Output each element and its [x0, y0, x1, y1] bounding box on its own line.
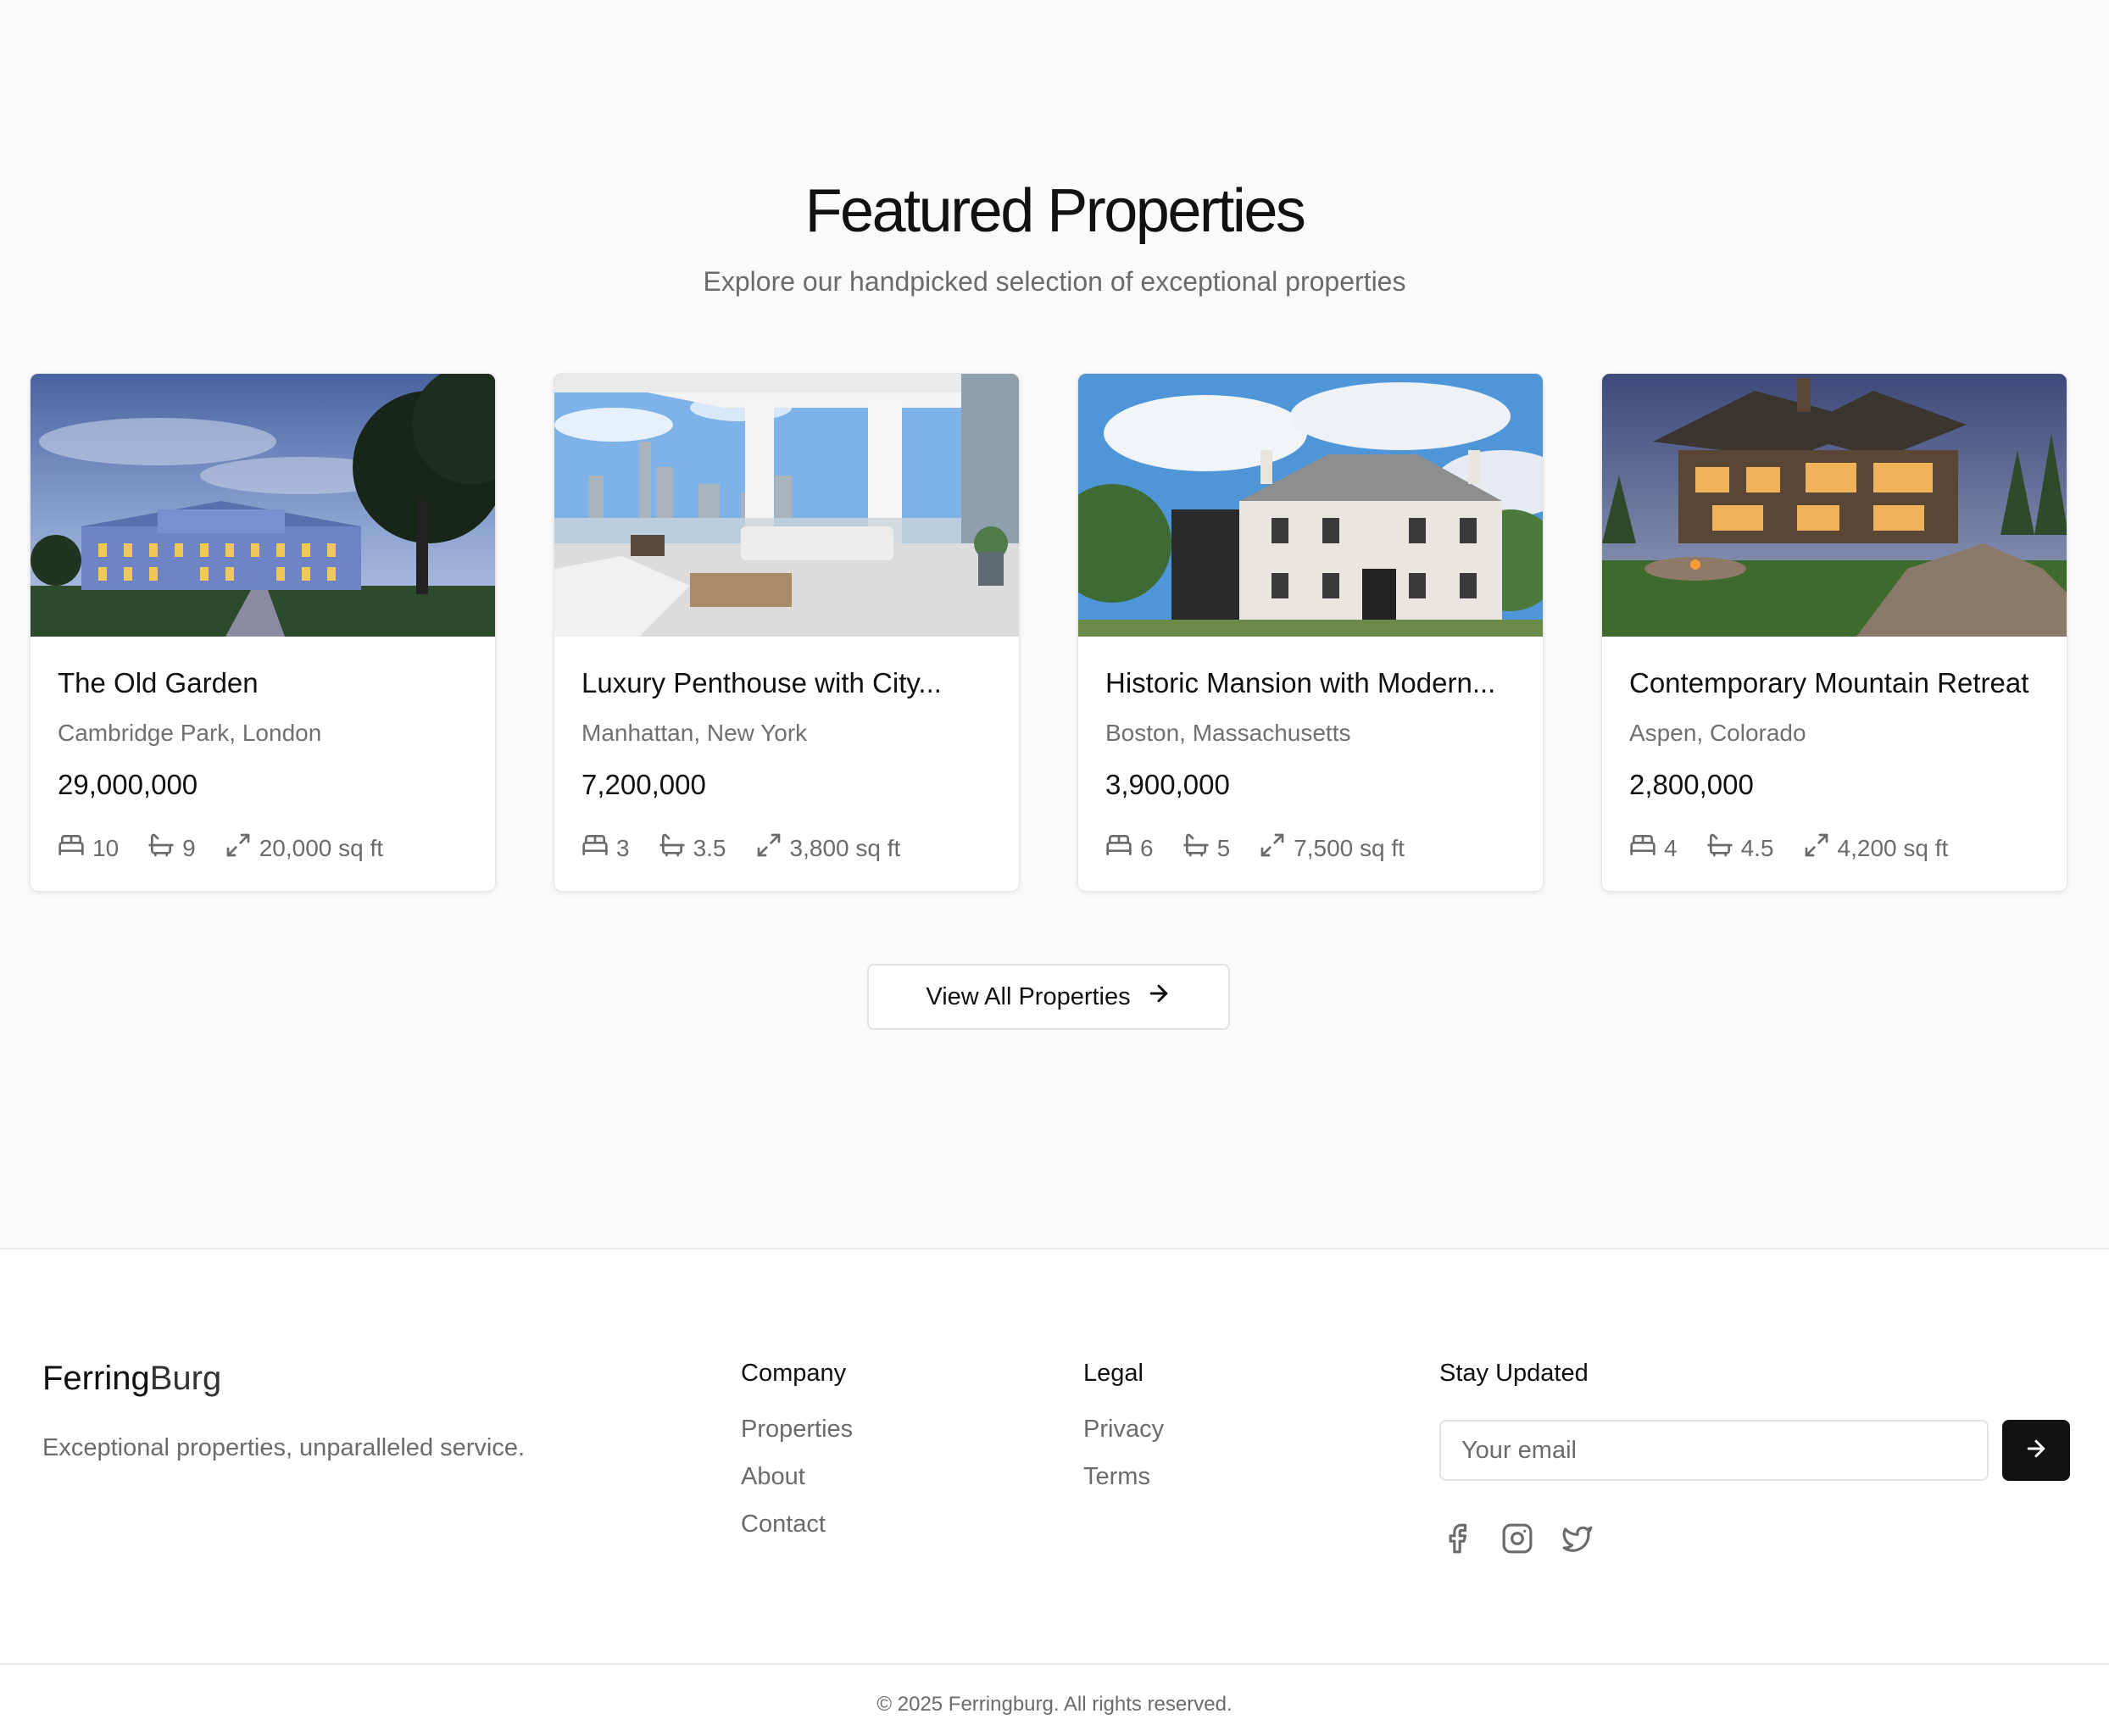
- section-subtitle: Explore our handpicked selection of exce…: [703, 266, 1406, 297]
- property-card[interactable]: The Old Garden Cambridge Park, London 29…: [30, 373, 496, 892]
- brand-name-light: Burg: [149, 1360, 222, 1397]
- newsletter-heading: Stay Updated: [1439, 1360, 1589, 1387]
- property-features: 3 3.5 3,800 sq ft: [582, 832, 929, 865]
- company-heading: Company: [741, 1360, 847, 1387]
- property-location: Manhattan, New York: [582, 720, 808, 746]
- property-title[interactable]: The Old Garden: [58, 667, 473, 699]
- newsletter-email-input[interactable]: [1439, 1420, 1989, 1481]
- expand-icon: [1803, 832, 1838, 865]
- legal-heading: Legal: [1083, 1360, 1144, 1387]
- baths-feature: 5: [1182, 832, 1231, 865]
- baths-count: 9: [182, 834, 196, 861]
- newsletter-submit-button[interactable]: [2002, 1420, 2070, 1481]
- copyright-divider: [0, 1663, 2109, 1665]
- beds-feature: 3: [582, 832, 630, 865]
- area-feature: 3,800 sq ft: [755, 832, 901, 865]
- bath-icon: [659, 832, 693, 865]
- property-location: Boston, Massachusetts: [1105, 720, 1351, 746]
- property-card[interactable]: Luxury Penthouse with City... Manhattan,…: [554, 373, 1020, 892]
- baths-feature: 4.5: [1706, 832, 1774, 865]
- property-features: 4 4.5 4,200 sq ft: [1629, 832, 1977, 865]
- footer-link-properties[interactable]: Properties: [741, 1416, 853, 1444]
- footer-link-terms[interactable]: Terms: [1083, 1463, 1150, 1491]
- area-value: 7,500 sq ft: [1294, 834, 1405, 861]
- featured-section: Featured Properties Explore our handpick…: [0, 0, 2109, 1249]
- area-feature: 20,000 sq ft: [225, 832, 383, 865]
- area-value: 20,000 sq ft: [259, 834, 384, 861]
- bed-icon: [582, 832, 616, 865]
- property-image: [1602, 374, 2067, 637]
- brand-name-bold: Ferring: [42, 1360, 150, 1397]
- baths-count: 4.5: [1740, 834, 1774, 861]
- section-title: Featured Properties: [804, 177, 1306, 245]
- twitter-icon[interactable]: [1561, 1522, 1594, 1555]
- footer-link-privacy[interactable]: Privacy: [1083, 1416, 1164, 1444]
- area-feature: 7,500 sq ft: [1259, 832, 1405, 865]
- property-price: 2,800,000: [1629, 769, 1754, 800]
- expand-icon: [1259, 832, 1294, 865]
- property-card[interactable]: Contemporary Mountain Retreat Aspen, Col…: [1601, 373, 2067, 892]
- property-image: [31, 374, 495, 637]
- property-title[interactable]: Historic Mansion with Modern...: [1105, 667, 1521, 699]
- instagram-icon[interactable]: [1501, 1522, 1533, 1555]
- bath-icon: [1706, 832, 1741, 865]
- area-value: 4,200 sq ft: [1837, 834, 1949, 861]
- bed-icon: [1629, 832, 1664, 865]
- property-image: [554, 374, 1019, 637]
- bed-icon: [58, 832, 92, 865]
- footer-tagline: Exceptional properties, unparalleled ser…: [42, 1434, 526, 1461]
- property-price: 7,200,000: [582, 769, 706, 800]
- view-all-label: View All Properties: [926, 982, 1131, 1010]
- beds-count: 6: [1140, 834, 1154, 861]
- baths-count: 5: [1216, 834, 1231, 861]
- bed-icon: [1105, 832, 1140, 865]
- property-price: 3,900,000: [1105, 769, 1230, 800]
- property-title[interactable]: Contemporary Mountain Retreat: [1629, 667, 2045, 699]
- beds-count: 4: [1664, 834, 1678, 861]
- property-card[interactable]: Historic Mansion with Modern... Boston, …: [1077, 373, 1544, 892]
- property-features: 6 5 7,500 sq ft: [1105, 832, 1433, 865]
- facebook-icon[interactable]: [1441, 1522, 1473, 1555]
- beds-feature: 10: [58, 832, 119, 865]
- expand-icon: [755, 832, 790, 865]
- area-value: 3,800 sq ft: [789, 834, 901, 861]
- footer-divider: [0, 1248, 2109, 1249]
- beds-feature: 6: [1105, 832, 1154, 865]
- footer-brand-logo[interactable]: FerringBurg: [42, 1360, 221, 1398]
- beds-count: 10: [92, 834, 120, 861]
- view-all-properties-button[interactable]: View All Properties: [867, 964, 1230, 1030]
- baths-count: 3.5: [693, 834, 726, 861]
- expand-icon: [225, 832, 259, 865]
- bath-icon: [1182, 832, 1217, 865]
- baths-feature: 9: [147, 832, 196, 865]
- property-image: [1078, 374, 1543, 637]
- arrow-right-icon: [2023, 1436, 2049, 1466]
- property-location: Aspen, Colorado: [1629, 720, 1806, 746]
- baths-feature: 3.5: [659, 832, 726, 865]
- beds-feature: 4: [1629, 832, 1678, 865]
- copyright-text: © 2025 Ferringburg. All rights reserved.: [876, 1693, 1233, 1716]
- beds-count: 3: [616, 834, 630, 861]
- area-feature: 4,200 sq ft: [1803, 832, 1949, 865]
- property-price: 29,000,000: [58, 769, 198, 800]
- footer-link-about[interactable]: About: [741, 1463, 805, 1491]
- bath-icon: [147, 832, 182, 865]
- property-location: Cambridge Park, London: [58, 720, 322, 746]
- property-features: 10 9 20,000 sq ft: [58, 832, 412, 865]
- property-title[interactable]: Luxury Penthouse with City...: [582, 667, 997, 699]
- footer-link-contact[interactable]: Contact: [741, 1511, 826, 1538]
- arrow-right-icon: [1131, 981, 1171, 1013]
